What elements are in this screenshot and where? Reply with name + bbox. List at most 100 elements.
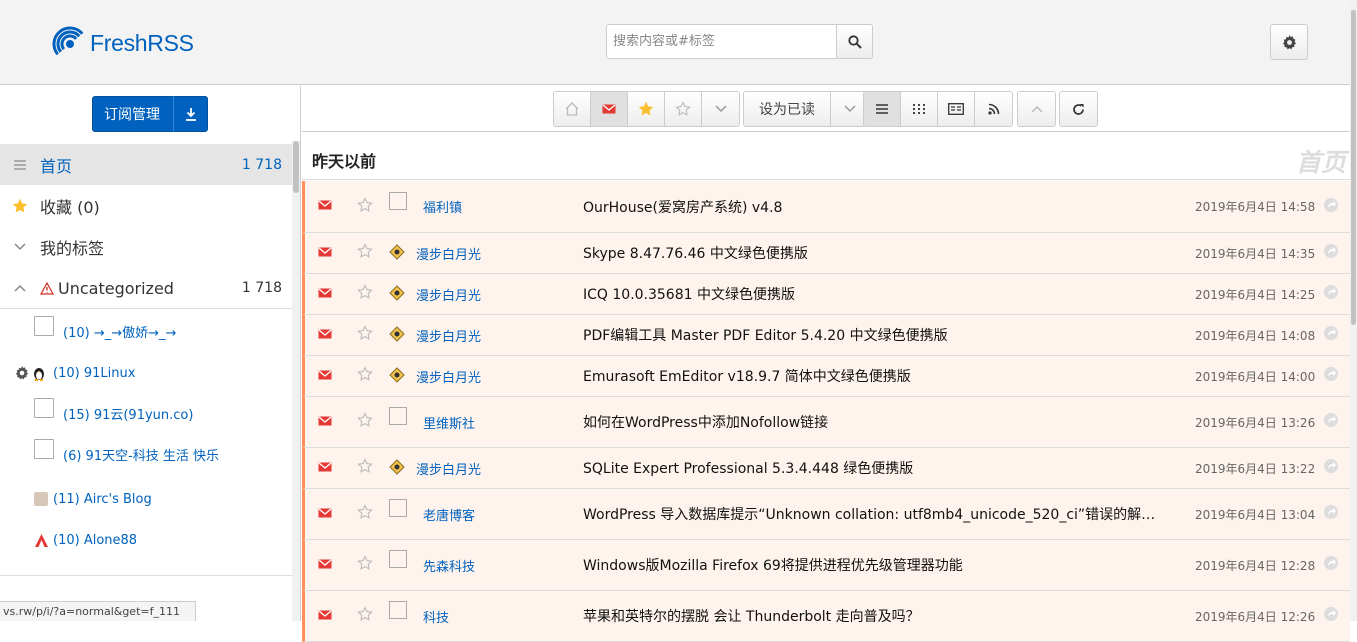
moon-favicon-icon <box>389 326 407 344</box>
favorite-star-icon[interactable] <box>357 555 373 575</box>
show-unread-button[interactable] <box>591 92 628 126</box>
feed-config-gear-icon[interactable] <box>15 366 32 380</box>
article-title[interactable]: ICQ 10.0.35681 中文绿色便携版 <box>583 284 1163 304</box>
normal-view-button[interactable] <box>864 92 901 126</box>
article-row[interactable]: 里维斯社 如何在WordPress中添加Nofollow链接 2019年6月4日… <box>302 397 1350 448</box>
favorite-star-icon[interactable] <box>357 606 373 626</box>
import-dropdown-button[interactable] <box>174 107 207 121</box>
show-all-button[interactable] <box>554 92 591 126</box>
mark-read-envelope-icon[interactable] <box>318 461 332 476</box>
article-title[interactable]: 苹果和英特尔的摆脱 会让 Thunderbolt 走向普及吗？ <box>583 606 1163 626</box>
rss-view-button[interactable] <box>975 92 1012 126</box>
sidebar-item-favorites[interactable]: 收藏 (0) <box>0 185 292 226</box>
mark-read-envelope-icon[interactable] <box>318 558 332 573</box>
share-icon[interactable] <box>1323 366 1339 386</box>
mark-read-envelope-icon[interactable] <box>318 507 332 522</box>
share-icon[interactable] <box>1323 284 1339 304</box>
mark-read-envelope-icon[interactable] <box>318 369 332 384</box>
sidebar-item-my-tags[interactable]: 我的标签 <box>0 226 292 267</box>
article-title[interactable]: Emurasoft EmEditor v18.9.7 简体中文绿色便携版 <box>583 366 1163 386</box>
favorite-star-icon[interactable] <box>357 458 373 478</box>
article-row[interactable]: 漫步白月光 Skype 8.47.76.46 中文绿色便携版 2019年6月4日… <box>302 233 1350 274</box>
favorite-star-icon[interactable] <box>357 284 373 304</box>
article-source[interactable]: 漫步白月光 <box>389 459 481 478</box>
article-title[interactable]: Windows版Mozilla Firefox 69将提供进程优先级管理器功能 <box>583 555 1163 575</box>
feed-item[interactable]: (10) Alone88 <box>0 528 292 552</box>
article-source[interactable]: 科技 <box>389 601 449 626</box>
article-row[interactable]: 老唐博客 WordPress 导入数据库提示“Unknown collation… <box>302 489 1350 540</box>
mark-read-envelope-icon[interactable] <box>318 415 332 430</box>
grid-view-button[interactable] <box>901 92 938 126</box>
mark-read-envelope-icon[interactable] <box>318 199 332 214</box>
share-icon[interactable] <box>1323 325 1339 345</box>
mark-read-envelope-icon[interactable] <box>318 328 332 343</box>
article-source[interactable]: 漫步白月光 <box>389 285 481 304</box>
settings-button[interactable] <box>1270 24 1308 60</box>
article-row[interactable]: 漫步白月光 Emurasoft EmEditor v18.9.7 简体中文绿色便… <box>302 356 1350 397</box>
share-icon[interactable] <box>1323 412 1339 432</box>
favorite-star-icon[interactable] <box>357 412 373 432</box>
show-not-favorites-button[interactable] <box>665 92 702 126</box>
article-source[interactable]: 里维斯社 <box>389 407 475 432</box>
article-title[interactable]: PDF编辑工具 Master PDF Editor 5.4.20 中文绿色便携版 <box>583 325 1163 345</box>
feed-item[interactable]: (10) →_→傲娇→_→ <box>0 316 292 346</box>
sidebar: 订阅管理 首页 1 718 收藏 (0) 我的标签 Uncategorized … <box>0 86 301 621</box>
mark-read-envelope-icon[interactable] <box>318 246 332 261</box>
article-source[interactable]: 漫步白月光 <box>389 367 481 386</box>
favorite-star-icon[interactable] <box>357 243 373 263</box>
unread-count: 1 718 <box>241 280 282 296</box>
article-row[interactable]: 漫步白月光 PDF编辑工具 Master PDF Editor 5.4.20 中… <box>302 315 1350 356</box>
chevron-up-icon[interactable] <box>0 284 40 292</box>
search-button[interactable] <box>836 24 873 59</box>
article-title[interactable]: Skype 8.47.76.46 中文绿色便携版 <box>583 243 1163 263</box>
article-date: 2019年6月4日 14:58 <box>1195 200 1316 214</box>
share-icon[interactable] <box>1323 243 1339 263</box>
feed-item[interactable]: (10) 91Linux <box>0 361 292 385</box>
favorite-star-icon[interactable] <box>357 196 373 217</box>
share-icon[interactable] <box>1323 555 1339 575</box>
favorite-star-icon[interactable] <box>357 366 373 386</box>
article-source[interactable]: 漫步白月光 <box>389 326 481 345</box>
sidebar-scrollbar-thumb[interactable] <box>293 141 299 193</box>
subscription-management-button[interactable]: 订阅管理 <box>92 96 208 132</box>
favorite-star-icon[interactable] <box>357 504 373 524</box>
article-row[interactable]: 福利镇 OurHouse(爱窝房产系统) v4.8 2019年6月4日 14:5… <box>302 181 1350 233</box>
moon-favicon-icon <box>389 459 407 477</box>
source-label: 漫步白月光 <box>416 329 482 345</box>
share-icon[interactable] <box>1323 458 1339 478</box>
article-source[interactable]: 老唐博客 <box>389 499 475 524</box>
page-scrollbar-thumb[interactable] <box>1351 10 1356 325</box>
article-title[interactable]: 如何在WordPress中添加Nofollow链接 <box>583 412 1163 432</box>
feed-item[interactable]: (6) 91天空-科技 生活 快乐 <box>0 439 292 469</box>
share-icon[interactable] <box>1323 606 1339 626</box>
sidebar-scrollbar[interactable] <box>292 141 300 621</box>
feed-item[interactable]: (11) Airc's Blog <box>0 487 292 511</box>
scroll-up-button[interactable] <box>1018 92 1055 126</box>
sidebar-item-home[interactable]: 首页 1 718 <box>0 144 292 185</box>
article-row[interactable]: 科技 苹果和英特尔的摆脱 会让 Thunderbolt 走向普及吗？ 2019年… <box>302 591 1350 642</box>
feed-item[interactable]: (15) 91云(91yun.co) <box>0 398 292 428</box>
mark-read-envelope-icon[interactable] <box>318 287 332 302</box>
share-icon[interactable] <box>1323 197 1339 217</box>
article-row[interactable]: 先森科技 Windows版Mozilla Firefox 69将提供进程优先级管… <box>302 540 1350 591</box>
article-title[interactable]: SQLite Expert Professional 5.3.4.448 绿色便… <box>583 458 1163 478</box>
show-favorites-button[interactable] <box>628 92 665 126</box>
share-icon[interactable] <box>1323 504 1339 524</box>
sidebar-item-uncategorized[interactable]: Uncategorized 1 718 <box>0 268 292 309</box>
article-source[interactable]: 福利镇 <box>389 191 462 216</box>
reader-view-button[interactable] <box>938 92 975 126</box>
article-title[interactable]: OurHouse(爱窝房产系统) v4.8 <box>583 197 1163 217</box>
favorite-star-icon[interactable] <box>357 325 373 345</box>
mark-read-envelope-icon[interactable] <box>318 609 332 624</box>
article-source[interactable]: 漫步白月光 <box>389 244 481 263</box>
page-scrollbar[interactable] <box>1350 0 1357 621</box>
filter-dropdown-button[interactable] <box>702 92 739 126</box>
mark-as-read-button[interactable]: 设为已读 <box>744 92 831 126</box>
article-row[interactable]: 漫步白月光 ICQ 10.0.35681 中文绿色便携版 2019年6月4日 1… <box>302 274 1350 315</box>
refresh-button[interactable] <box>1060 92 1097 126</box>
article-title[interactable]: WordPress 导入数据库提示“Unknown collation: utf… <box>583 504 1163 524</box>
logo[interactable]: FreshRSS <box>52 26 194 60</box>
article-row[interactable]: 漫步白月光 SQLite Expert Professional 5.3.4.4… <box>302 448 1350 489</box>
article-source[interactable]: 先森科技 <box>389 550 475 575</box>
search-input[interactable] <box>606 24 836 59</box>
